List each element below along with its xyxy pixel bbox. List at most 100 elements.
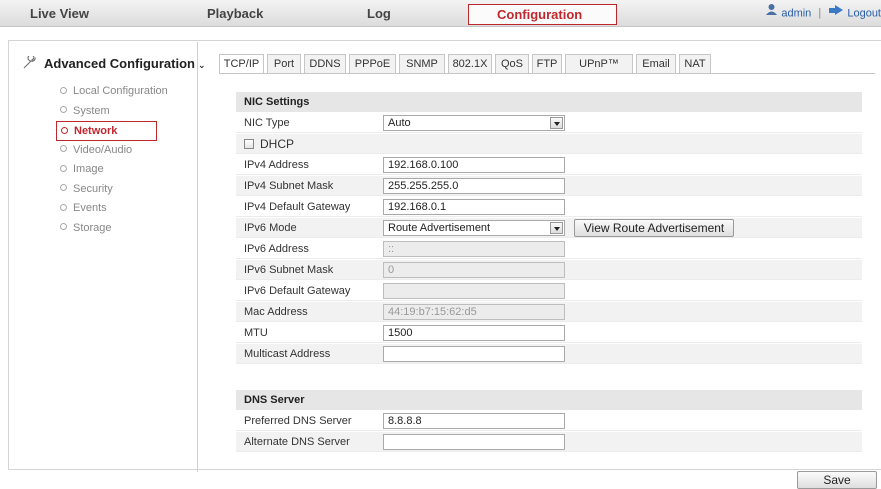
ipv6-mode-label: IPv6 Mode: [244, 222, 297, 234]
sidebar-menu: Local Configuration System Network Video…: [56, 82, 198, 238]
tab-ftp[interactable]: FTP: [532, 54, 562, 74]
mac-address-input: 44:19:b7:15:62:d5: [383, 304, 565, 320]
preferred-dns-label: Preferred DNS Server: [244, 415, 352, 427]
sidebar-item-label: Local Configuration: [73, 85, 168, 97]
separator: |: [818, 7, 822, 20]
dhcp-checkbox[interactable]: [244, 139, 254, 149]
wrench-icon: [22, 54, 44, 73]
alternate-dns-input[interactable]: [383, 434, 565, 450]
tab-upnp[interactable]: UPnP™: [565, 54, 633, 74]
alternate-dns-label: Alternate DNS Server: [244, 436, 350, 448]
tab-playback[interactable]: Playback: [207, 0, 263, 27]
ipv6-mode-select[interactable]: Route Advertisement: [383, 220, 565, 236]
dhcp-row: DHCP: [236, 134, 862, 154]
nic-type-value: Auto: [388, 117, 411, 129]
ipv6-mode-row: IPv6 Mode Route Advertisement View Route…: [236, 218, 862, 238]
sidebar-item-label: Network: [74, 125, 118, 137]
preferred-dns-input[interactable]: 8.8.8.8: [383, 413, 565, 429]
multicast-address-input[interactable]: [383, 346, 565, 362]
sidebar-item-storage[interactable]: Storage: [56, 219, 198, 239]
ipv6-address-row: IPv6 Address ::: [236, 239, 862, 259]
sidebar-item-video-audio[interactable]: Video/Audio: [56, 141, 198, 161]
chevron-down-icon: ⌄: [197, 60, 206, 70]
ipv4-subnet-mask-input[interactable]: 255.255.255.0: [383, 178, 565, 194]
sidebar-item-security[interactable]: Security: [56, 180, 198, 200]
ipv4-address-input[interactable]: 192.168.0.100: [383, 157, 565, 173]
tab-port[interactable]: Port: [267, 54, 301, 74]
multicast-address-row: Multicast Address: [236, 344, 862, 364]
nic-settings-heading: NIC Settings: [236, 92, 862, 112]
tab-email[interactable]: Email: [636, 54, 676, 74]
bullet-icon: [60, 203, 67, 211]
sidebar-item-system[interactable]: System: [56, 102, 198, 122]
ipv4-default-gateway-input[interactable]: 192.168.0.1: [383, 199, 565, 215]
multicast-address-label: Multicast Address: [244, 348, 331, 360]
tab-snmp[interactable]: SNMP: [399, 54, 445, 74]
sidebar-item-image[interactable]: Image: [56, 160, 198, 180]
sidebar-item-events[interactable]: Events: [56, 199, 198, 219]
mtu-input[interactable]: 1500: [383, 325, 565, 341]
view-route-advertisement-button[interactable]: View Route Advertisement: [574, 219, 734, 237]
dhcp-label: DHCP: [260, 137, 295, 151]
tab-configuration[interactable]: Configuration: [468, 4, 617, 25]
bullet-icon: [60, 145, 67, 153]
ipv4-subnet-mask-row: IPv4 Subnet Mask 255.255.255.0: [236, 176, 862, 196]
sidebar-item-label: Security: [73, 182, 113, 195]
left-panel: Advanced Configuration ⌄ Local Configurat…: [22, 42, 206, 472]
tab-qos[interactable]: QoS: [495, 54, 529, 74]
sidebar-item-label: Events: [73, 202, 107, 214]
logout-link[interactable]: Logout: [847, 7, 881, 19]
bullet-icon: [60, 184, 67, 192]
ipv6-address-label: IPv6 Address: [244, 243, 309, 255]
tab-nat[interactable]: NAT: [679, 54, 711, 74]
bullet-icon: [60, 164, 67, 172]
ipv4-default-gateway-row: IPv4 Default Gateway 192.168.0.1: [236, 197, 862, 217]
ipv4-address-label: IPv4 Address: [244, 159, 309, 171]
tab-tcp-ip[interactable]: TCP/IP: [219, 54, 264, 74]
tab-live-view[interactable]: Live View: [30, 0, 89, 27]
preferred-dns-row: Preferred DNS Server 8.8.8.8: [236, 411, 862, 431]
subtab-divider: [219, 73, 875, 74]
tab-ddns[interactable]: DDNS: [304, 54, 346, 74]
ipv6-subnet-mask-row: IPv6 Subnet Mask 0: [236, 260, 862, 280]
chevron-down-icon: [550, 222, 563, 234]
mtu-row: MTU 1500: [236, 323, 862, 343]
tab-pppoe[interactable]: PPPoE: [349, 54, 396, 74]
bullet-icon: [60, 106, 67, 114]
sidebar-item-network[interactable]: Network: [56, 121, 157, 141]
alternate-dns-row: Alternate DNS Server: [236, 432, 862, 452]
ipv6-default-gateway-row: IPv6 Default Gateway: [236, 281, 862, 301]
ipv6-address-input: ::: [383, 241, 565, 257]
sidebar-item-label: Image: [73, 163, 104, 175]
tab-log[interactable]: Log: [367, 0, 391, 27]
username: admin: [781, 7, 812, 20]
mtu-label: MTU: [244, 327, 268, 339]
bullet-icon: [60, 86, 67, 94]
chevron-down-icon: [550, 117, 563, 129]
nic-type-select[interactable]: Auto: [383, 115, 565, 131]
ipv6-default-gateway-label: IPv6 Default Gateway: [244, 285, 351, 297]
mac-address-label: Mac Address: [244, 306, 308, 318]
logout-icon[interactable]: [828, 0, 844, 27]
sidebar-item-local-configuration[interactable]: Local Configuration: [56, 82, 198, 102]
ipv4-address-row: IPv4 Address 192.168.0.100: [236, 155, 862, 175]
advanced-configuration-header[interactable]: Advanced Configuration ⌄: [22, 54, 206, 74]
ipv4-default-gateway-label: IPv4 Default Gateway: [244, 201, 351, 213]
ipv6-mode-value: Route Advertisement: [388, 222, 491, 234]
nic-type-label: NIC Type: [244, 117, 290, 129]
ipv4-subnet-mask-label: IPv4 Subnet Mask: [244, 180, 334, 192]
sidebar-item-label: System: [73, 104, 110, 117]
bullet-icon: [60, 223, 67, 231]
user-icon: [765, 0, 778, 27]
bullet-icon: [61, 126, 68, 134]
user-bar: admin | Logout: [765, 0, 881, 27]
save-button[interactable]: Save: [797, 471, 877, 489]
tab-8021x[interactable]: 802.1X: [448, 54, 492, 74]
top-navigation-bar: Live View Playback Log Configuration adm…: [0, 0, 881, 27]
advanced-configuration-title: Advanced Configuration: [44, 56, 195, 71]
ipv6-subnet-mask-input: 0: [383, 262, 565, 278]
mac-address-row: Mac Address 44:19:b7:15:62:d5: [236, 302, 862, 322]
dns-server-heading: DNS Server: [236, 390, 862, 410]
ipv6-default-gateway-input: [383, 283, 565, 299]
ipv6-subnet-mask-label: IPv6 Subnet Mask: [244, 264, 334, 276]
